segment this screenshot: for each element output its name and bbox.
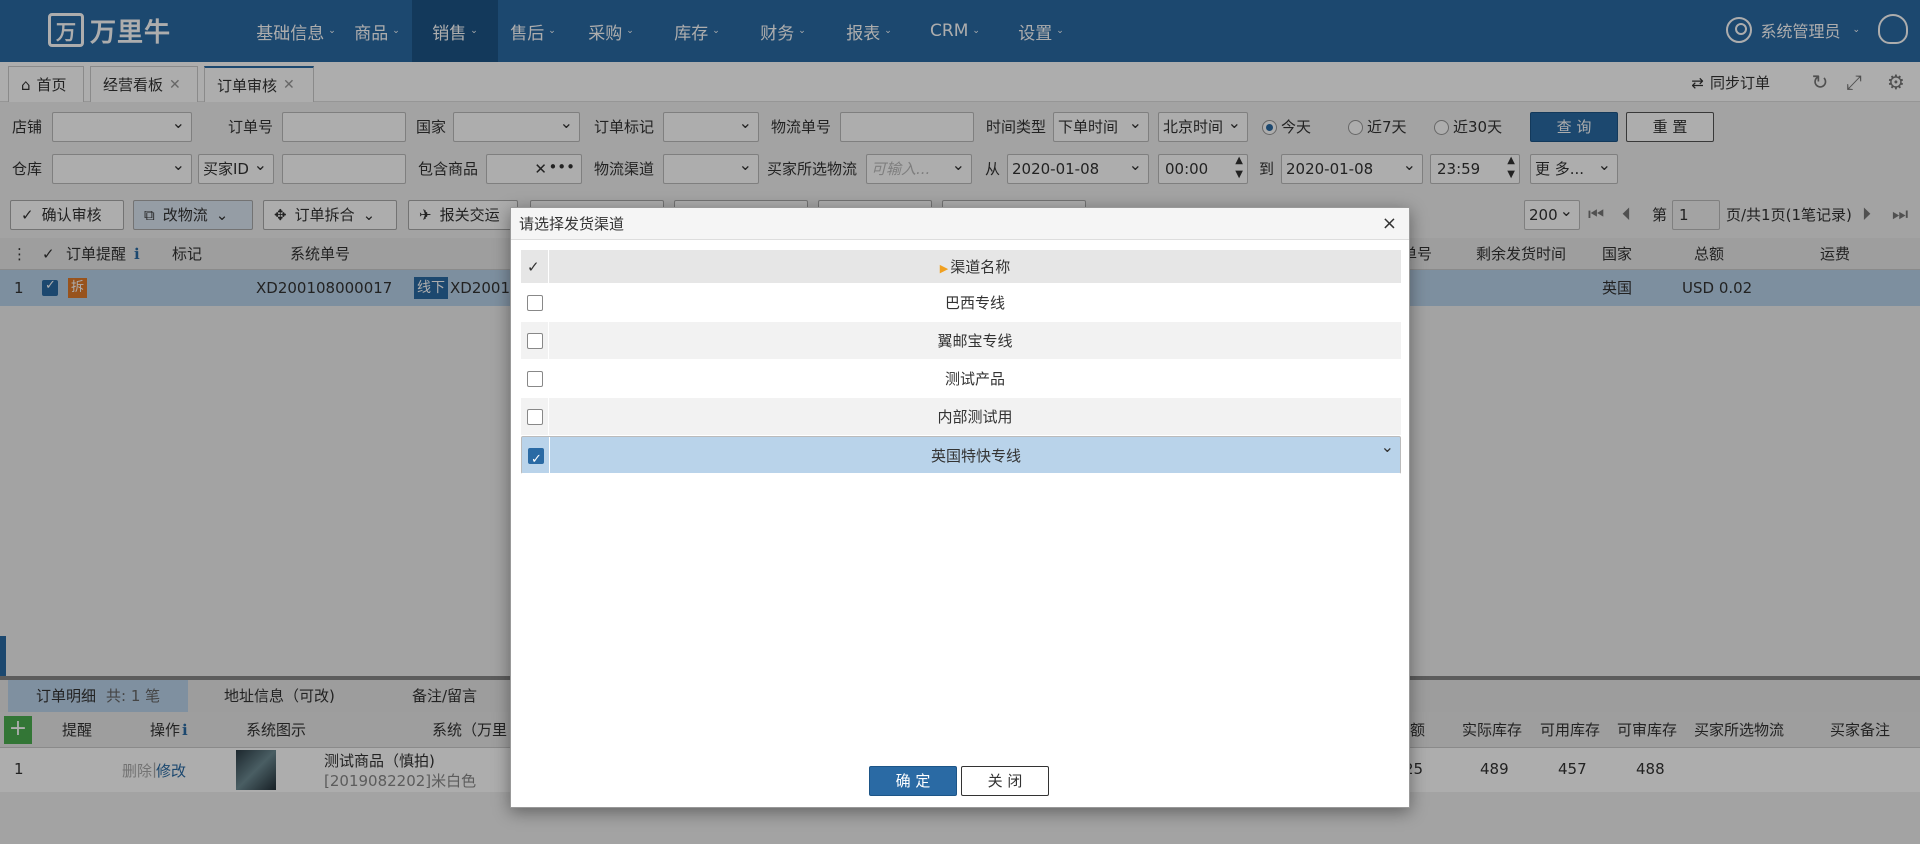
row-checkbox[interactable] — [528, 446, 544, 474]
sort-icon: ▶ — [939, 262, 949, 275]
channel-table-header: ✓ ▶ 渠道名称 — [521, 250, 1401, 284]
channel-table: ✓ ▶渠道名称 巴西专线 翼邮宝专线 测试产品 内部测试用 英国特快专线 — [521, 250, 1401, 474]
row-checkbox[interactable] — [527, 295, 543, 311]
close-button[interactable]: 关 闭 — [961, 766, 1049, 796]
select-all-checkbox[interactable]: ✓ — [527, 258, 540, 276]
row-checkbox[interactable] — [527, 409, 543, 425]
dialog-title: 请选择发货渠道 — [519, 215, 625, 233]
confirm-button[interactable]: 确 定 — [869, 766, 957, 796]
channel-row[interactable]: 英国特快专线 — [521, 433, 1401, 474]
channel-name-header[interactable]: ▶ 渠道名称 — [549, 250, 1401, 286]
close-icon[interactable]: × — [1382, 208, 1397, 240]
channel-dialog: 请选择发货渠道 × ✓ ▶ 渠道名称 巴西专线 翼邮宝专线 测试产品 内部测试用 … — [510, 207, 1410, 808]
channel-row[interactable]: 测试产品 — [521, 360, 1401, 398]
row-checkbox[interactable] — [527, 333, 543, 349]
dialog-header: 请选择发货渠道 × — [511, 208, 1409, 240]
channel-row[interactable]: 内部测试用 — [521, 398, 1401, 436]
channel-row[interactable]: 巴西专线 — [521, 284, 1401, 322]
channel-row[interactable]: 翼邮宝专线 — [521, 322, 1401, 360]
row-checkbox[interactable] — [527, 371, 543, 387]
